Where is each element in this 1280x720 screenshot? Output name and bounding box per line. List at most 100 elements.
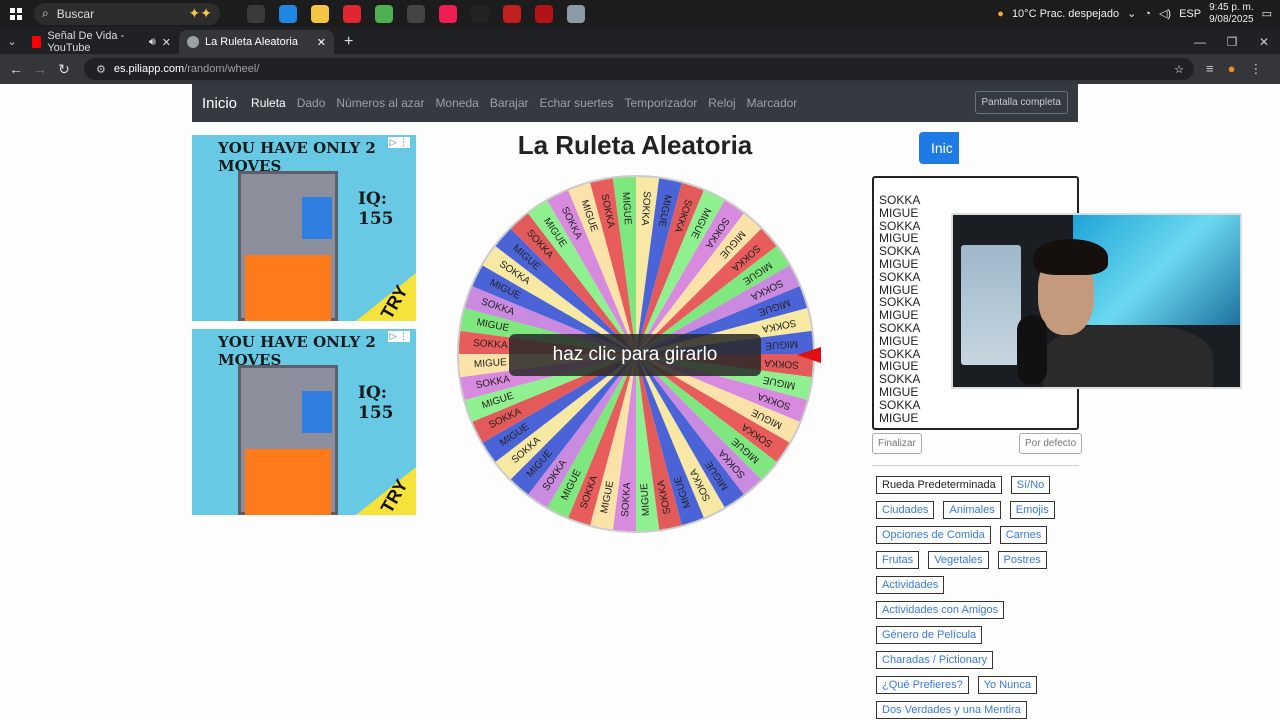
preset-button[interactable]: Sí/No [1010,476,1051,494]
nav-echar-suertes[interactable]: Echar suertes [540,96,614,110]
webcam-pc-case [961,245,1021,365]
preset-button[interactable]: Emojis [1009,501,1055,519]
weather-text[interactable]: 10°C Prac. despejado [1012,8,1119,20]
nav-brand[interactable]: Inicio [202,95,237,112]
bookmark-star-icon[interactable]: ☆ [1174,63,1184,76]
close-tab-icon[interactable]: ✕ [317,36,326,49]
fullscreen-button[interactable]: Pantalla completa [974,91,1068,114]
taskbar-search-placeholder: Buscar [56,6,95,21]
preset-button[interactable]: Yo Nunca [977,676,1038,694]
tiktok-icon[interactable] [432,0,464,27]
tab-list-icon[interactable]: ⌄ [0,30,24,54]
microphone-icon [1017,315,1047,385]
wheel-pointer-icon [797,347,821,363]
close-window-icon[interactable]: ✕ [1248,30,1280,54]
nav-marcador[interactable]: Marcador [747,96,798,110]
nav-temporizador[interactable]: Temporizador [625,96,698,110]
ad-water [302,391,332,433]
25-app-icon[interactable] [528,0,560,27]
extension-icon[interactable]: ● [1228,61,1236,77]
start-button[interactable]: Inic [919,132,959,164]
spin-button[interactable]: haz clic para girarlo [509,334,761,376]
menu-dots-icon[interactable]: ⋮ [1249,61,1262,77]
restore-icon[interactable]: ❐ [1216,30,1248,54]
task-view-glyph [247,4,265,23]
preset-button[interactable]: Actividades con Amigos [876,601,1005,619]
preset-button[interactable]: ¿Qué Prefieres? [876,676,969,694]
address-bar-row: ← → ↻ ⚙ es.piliapp.com/random/wheel/ ☆ ≡… [0,54,1280,84]
preset-button[interactable]: Frutas [876,551,920,569]
preset-button[interactable]: Opciones de Comida [876,526,991,544]
search-icon: ⌕ [42,6,49,20]
page-title: La Ruleta Aleatoria [517,130,753,160]
ad-choices-icon[interactable]: ▷ ⋮ [387,137,410,148]
other-app-icon[interactable] [560,0,592,27]
divider [872,465,1079,466]
nav-dado[interactable]: Dado [297,96,326,110]
speaker-icon[interactable]: 🔊︎ [149,36,156,49]
back-icon[interactable]: ← [4,61,28,77]
nav-reloj[interactable]: Reloj [708,96,735,110]
file-explorer-icon[interactable] [304,0,336,27]
tab-ruleta[interactable]: La Ruleta Aleatoria ✕ [179,30,334,54]
piliapp-icon [187,36,199,48]
media-control-icon[interactable]: ≡ [1206,61,1214,77]
minimize-icon[interactable]: — [1184,30,1216,54]
preset-button[interactable]: Animales [943,501,1001,519]
tray-chevron-icon[interactable]: ⌄ [1127,7,1136,20]
preset-button[interactable]: Rueda Predeterminada [876,476,1002,494]
default-button[interactable]: Por defecto [1019,433,1083,454]
tf-app-icon[interactable] [496,0,528,27]
windows-taskbar: ⌕ Buscar ✦✦ ● 10°C Prac. despejado ⌄ ◔ ◁… [0,0,1280,27]
preset-list: Rueda Predeterminada Sí/No Ciudades Animale… [876,476,1076,720]
windows-start-button[interactable] [0,0,32,27]
preset-button[interactable]: Carnes [999,526,1048,544]
preset-button[interactable]: Actividades [876,576,945,594]
wifi-icon[interactable]: ◔ [1144,8,1151,20]
task-view-icon[interactable] [240,0,272,27]
obs-icon[interactable] [400,0,432,27]
taskbar-clock[interactable]: 9:45 p. m. 9/08/2025 [1209,2,1254,26]
obs-glyph [407,4,425,23]
page-content: Inicio Ruleta Dado Números al azar Moned… [0,84,1280,720]
taskbar-search[interactable]: ⌕ Buscar ✦✦ [34,2,220,25]
ad-banner-2[interactable]: YOU HAVE ONLY 2 MOVES IQ: 155 TRY ▷ ⋮ [192,329,416,515]
opera-icon[interactable] [336,0,368,27]
language-indicator[interactable]: ESP [1179,8,1201,20]
nav-numeros[interactable]: Números al azar [336,96,424,110]
ad-lava [245,255,331,321]
preset-button[interactable]: Charadas / Pictionary [876,651,994,669]
ad-headline: YOU HAVE ONLY 2 MOVES [218,333,376,369]
nav-barajar[interactable]: Barajar [490,96,529,110]
ad-water [302,197,332,239]
notifications-icon[interactable]: ▭ [1262,7,1272,20]
preset-button[interactable]: Postres [997,551,1047,569]
weather-icon: ● [997,7,1004,20]
reload-icon[interactable]: ↻ [52,61,76,78]
entry-line: SOKKA [879,193,921,207]
preset-button[interactable]: Género de Película [876,626,983,644]
wheel-segment-label: SOKKA [764,357,799,370]
edge-icon[interactable] [272,0,304,27]
tab-youtube[interactable]: Señal De Vida - YouTube 🔊︎ ✕ [24,30,179,54]
url-field[interactable]: ⚙ es.piliapp.com/random/wheel/ ☆ [84,58,1194,80]
nav-moneda[interactable]: Moneda [435,96,478,110]
ad-iq: IQ: 155 [358,383,394,423]
site-navbar: Inicio Ruleta Dado Números al azar Moned… [192,84,1078,122]
windows-logo-icon [10,7,22,20]
close-tab-icon[interactable]: ✕ [162,36,171,49]
chrome-icon[interactable] [368,0,400,27]
finalize-button[interactable]: Finalizar [872,433,922,454]
nav-ruleta[interactable]: Ruleta [251,96,286,110]
url-host: es.piliapp.com [113,63,185,75]
ad-banner-1[interactable]: YOU HAVE ONLY 2 MOVES IQ: 155 TRY ▷ ⋮ [192,135,416,321]
site-info-icon[interactable]: ⚙ [96,63,106,76]
ad-choices-icon[interactable]: ▷ ⋮ [387,331,410,342]
new-tab-icon[interactable]: + [334,30,363,54]
preset-button[interactable]: Vegetales [928,551,989,569]
preset-button[interactable]: Ciudades [876,501,935,519]
forward-icon[interactable]: → [28,61,52,77]
volume-icon[interactable]: ◁) [1159,7,1171,20]
capcut-icon[interactable] [464,0,496,27]
preset-button[interactable]: Dos Verdades y una Mentira [876,701,1027,719]
